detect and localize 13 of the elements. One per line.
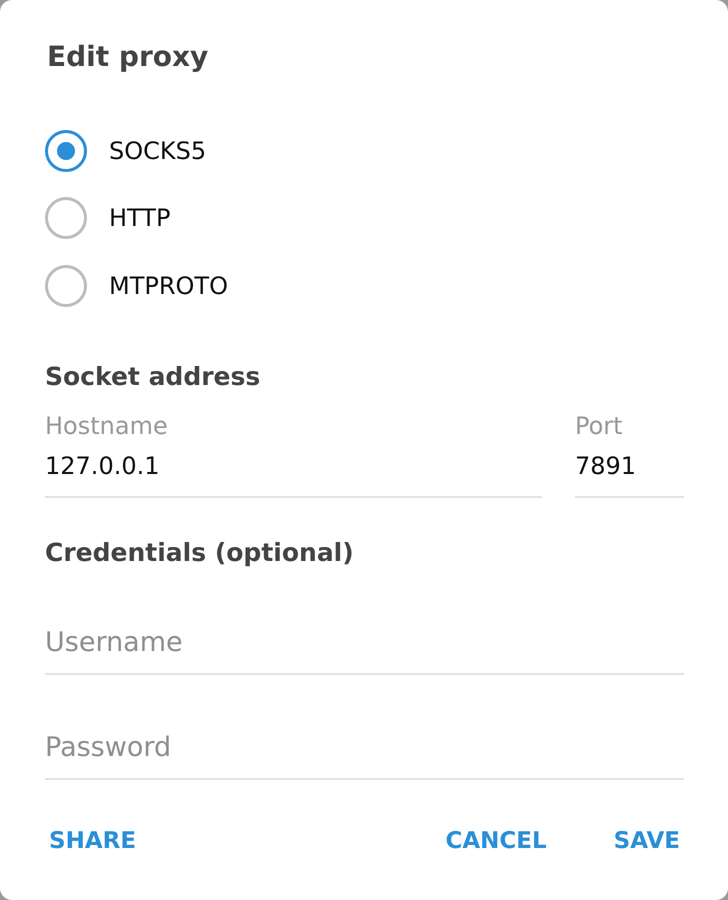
option-label[interactable]: MTPROTO [109,270,228,301]
dialog-title: Edit proxy [47,39,208,75]
radio-button[interactable] [45,130,87,172]
radio-button[interactable] [45,197,87,240]
section-heading: Socket address [45,360,260,392]
option-label[interactable]: HTTP [109,203,170,234]
input-field[interactable]: Hostname 127.0.0.1 [45,412,542,498]
option-label[interactable]: SOCKS5 [109,136,206,166]
section-heading: Credentials (optional) [45,536,354,568]
input-field[interactable]: Username [45,612,684,674]
input-field[interactable]: Password [45,718,684,780]
input-field[interactable]: Port 7891 [575,412,684,498]
radio-button[interactable] [45,264,87,307]
